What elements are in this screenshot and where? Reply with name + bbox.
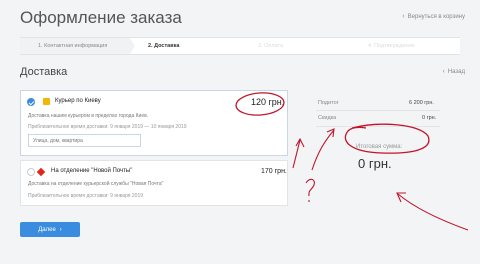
section-title: Доставка — [20, 66, 68, 78]
arrow-left-icon: ‹ — [402, 13, 405, 20]
step-label: 4. Подтверждение — [368, 43, 415, 49]
chevron-right-icon: › — [59, 226, 62, 233]
option-title: На отделение "Новой Почты" — [51, 168, 133, 174]
step-chevron — [130, 38, 135, 54]
step-confirmation: 4. Подтверждение — [350, 38, 460, 54]
option-description: Доставка на отделение курьерской службы … — [28, 181, 164, 187]
nova-poshta-logo-icon — [36, 167, 46, 177]
page-title: Оформление заказа — [20, 8, 182, 27]
courier-icon — [43, 98, 50, 105]
arrow-annotation — [292, 137, 305, 169]
total-value: 0 грн. — [358, 156, 392, 171]
arrow-annotation — [396, 192, 469, 231]
arrow-annotation — [311, 128, 335, 171]
step-label: 3. Оплата — [258, 43, 284, 49]
checkout-steps: 1. Контактная информация 2. Доставка 3. … — [20, 37, 460, 55]
summary-divider — [316, 110, 440, 111]
option-title: Курьер по Киеву — [55, 98, 101, 104]
step-payment: 3. Оплата — [240, 38, 350, 54]
next-button-label: Далее — [38, 226, 56, 233]
subtotal-value: 6 200 грн. — [409, 100, 434, 106]
discount-value: 0 грн. — [422, 115, 437, 121]
back-to-cart-link[interactable]: ‹ Вернуться в корзину — [402, 13, 465, 20]
radio-checked-icon[interactable] — [27, 98, 35, 106]
arrow-left-icon: ‹ — [442, 69, 445, 75]
option-price: 170 грн. — [261, 168, 287, 175]
step-label: 2. Доставка — [148, 43, 180, 49]
step-contact[interactable]: 1. Контактная информация — [20, 38, 135, 54]
next-button[interactable]: Далее › — [20, 222, 80, 237]
summary-divider — [316, 126, 440, 127]
section-back-label: Назад — [447, 69, 465, 75]
step-delivery[interactable]: 2. Доставка — [130, 38, 240, 54]
discount-label: Скидка — [318, 115, 337, 121]
section-back-link[interactable]: ‹ Назад — [443, 69, 465, 75]
option-delivery-time: Приблизительное время доставки: 9 января… — [28, 124, 187, 130]
address-input[interactable] — [28, 134, 141, 147]
option-price: 120 грн. — [251, 97, 285, 107]
delivery-option-nova-poshta[interactable]: На отделение "Новой Почты" 170 грн. Дост… — [20, 160, 288, 206]
step-label: 1. Контактная информация — [38, 43, 108, 49]
option-description: Доставка нашим курьером в пределах город… — [28, 113, 149, 119]
total-label: Итоговая сумма: — [356, 144, 403, 150]
back-to-cart-label: Вернуться в корзину — [407, 13, 465, 20]
question-mark-annotation — [305, 178, 315, 202]
subtotal-label: Подитог — [318, 100, 339, 106]
option-delivery-time: Приблизительное время доставки: 9 января… — [28, 193, 144, 199]
radio-unchecked-icon[interactable] — [27, 168, 35, 176]
